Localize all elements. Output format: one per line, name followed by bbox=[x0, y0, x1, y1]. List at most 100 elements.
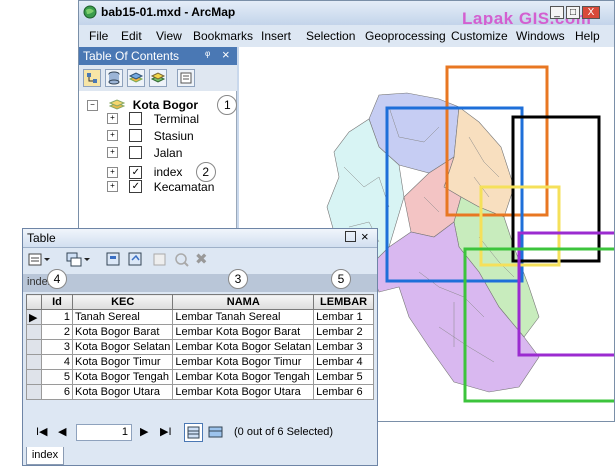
table-row[interactable]: 6 Kota Bogor Utara Lembar Kota Bogor Utara… bbox=[26, 384, 374, 400]
toc-options-icon[interactable] bbox=[177, 69, 195, 87]
last-record-button[interactable]: ▶I bbox=[160, 425, 172, 438]
next-record-button[interactable]: ▶ bbox=[140, 425, 148, 438]
previous-record-button[interactable]: ◀ bbox=[58, 425, 66, 438]
row-selector-cell[interactable] bbox=[26, 384, 42, 400]
title-bar[interactable]: bab15-01.mxd - ArcMap Lapak GIS.com _ □ … bbox=[79, 1, 614, 28]
table-options-icon[interactable] bbox=[27, 251, 53, 268]
menu-geoprocessing[interactable]: Geoprocessing bbox=[365, 29, 446, 43]
layer-jalan[interactable]: + Jalan bbox=[107, 145, 182, 162]
record-number-input[interactable]: 1 bbox=[76, 424, 132, 441]
toc-close-icon[interactable]: × bbox=[222, 47, 230, 62]
menu-customize[interactable]: Customize bbox=[451, 29, 508, 43]
collapse-icon[interactable]: − bbox=[87, 99, 98, 111]
row-selector-cell[interactable]: ▶ bbox=[26, 309, 42, 325]
layer-label: Stasiun bbox=[153, 128, 194, 143]
clear-selection-icon[interactable] bbox=[151, 251, 169, 268]
attribute-grid: Id KEC NAMA LEMBAR ▶ 1 Tanah Sereal Lembar … bbox=[26, 294, 374, 400]
nama-cell: Lembar Tanah Sereal bbox=[172, 309, 315, 325]
toc-title: Table Of Contents bbox=[83, 49, 180, 63]
row-selector-cell[interactable] bbox=[26, 369, 42, 385]
switch-selection-icon[interactable] bbox=[127, 251, 145, 268]
layer-kecamatan[interactable]: + ✓ Kecamatan bbox=[107, 179, 214, 196]
layer-stasiun[interactable]: + Stasiun bbox=[107, 128, 194, 145]
index-frame-3 bbox=[511, 115, 601, 263]
toc-toolbar bbox=[79, 65, 237, 91]
table-row[interactable]: 3 Kota Bogor Selatan Lembar Kota Bogor Sel… bbox=[26, 339, 374, 355]
bottom-table-tab[interactable]: index bbox=[26, 447, 64, 465]
list-by-visibility-icon[interactable] bbox=[127, 69, 145, 87]
layer-label: Terminal bbox=[153, 111, 200, 126]
id-cell: 5 bbox=[41, 369, 73, 385]
list-by-selection-icon[interactable] bbox=[149, 69, 167, 87]
layer-visibility-checkbox[interactable]: ✓ bbox=[129, 180, 143, 194]
related-tables-icon[interactable] bbox=[65, 251, 91, 268]
pin-icon[interactable]: ᵠ bbox=[205, 48, 210, 62]
menu-insert[interactable]: Insert bbox=[261, 29, 291, 43]
table-navigation-bar: I◀ ◀ 1 ▶ ▶I (0 out of 6 Selected) bbox=[26, 421, 374, 445]
show-all-records-icon[interactable] bbox=[184, 423, 203, 442]
menu-help[interactable]: Help bbox=[575, 29, 600, 43]
callout-5: 5 bbox=[331, 269, 351, 289]
menu-bar: File Edit View Bookmarks Insert Selectio… bbox=[79, 25, 614, 47]
layer-visibility-checkbox[interactable] bbox=[129, 146, 143, 160]
expand-icon[interactable]: + bbox=[107, 166, 118, 178]
expand-icon[interactable]: + bbox=[107, 147, 118, 159]
menu-selection[interactable]: Selection bbox=[306, 29, 355, 43]
column-header-lembar[interactable]: LEMBAR bbox=[313, 294, 374, 310]
column-header-nama[interactable]: NAMA bbox=[172, 294, 315, 310]
row-selector-cell[interactable] bbox=[26, 339, 42, 355]
layer-visibility-checkbox[interactable]: ✓ bbox=[129, 165, 143, 179]
row-selector-cell[interactable] bbox=[26, 354, 42, 370]
menu-view[interactable]: View bbox=[156, 29, 182, 43]
lembar-cell: Lembar 4 bbox=[313, 354, 374, 370]
layer-visibility-checkbox[interactable] bbox=[129, 112, 143, 126]
layer-terminal[interactable]: + Terminal bbox=[107, 111, 199, 128]
column-header-id[interactable]: Id bbox=[41, 294, 73, 310]
table-row[interactable]: 4 Kota Bogor Timur Lembar Kota Bogor Timur… bbox=[26, 354, 374, 370]
lembar-cell: Lembar 1 bbox=[313, 309, 374, 325]
nama-cell: Lembar Kota Bogor Tengah bbox=[172, 369, 315, 385]
minimize-button[interactable]: _ bbox=[550, 6, 564, 19]
table-title: Table bbox=[27, 231, 56, 245]
table-row[interactable]: 2 Kota Bogor Barat Lembar Kota Bogor Barat… bbox=[26, 324, 374, 340]
maximize-button[interactable]: □ bbox=[566, 6, 580, 19]
layer-visibility-checkbox[interactable] bbox=[129, 129, 143, 143]
table-row[interactable]: ▶ 1 Tanah Sereal Lembar Tanah Sereal Lembar … bbox=[26, 309, 374, 325]
layer-group-kota-bogor[interactable]: − Kota Bogor 1 bbox=[87, 95, 238, 115]
expand-icon[interactable]: + bbox=[107, 130, 118, 142]
table-title-bar[interactable]: Table × bbox=[23, 229, 377, 248]
layer-group-icon bbox=[109, 99, 126, 110]
lembar-cell: Lembar 3 bbox=[313, 339, 374, 355]
delete-selected-icon[interactable]: ✖ bbox=[195, 250, 213, 268]
callout-3: 3 bbox=[228, 269, 248, 289]
first-record-button[interactable]: I◀ bbox=[36, 425, 48, 438]
expand-icon[interactable]: + bbox=[107, 181, 118, 193]
layer-label: index bbox=[153, 165, 183, 179]
toc-header: Table Of Contents ᵠ × bbox=[79, 47, 237, 65]
kec-cell: Tanah Sereal bbox=[71, 309, 174, 325]
table-close-icon[interactable]: × bbox=[361, 229, 369, 244]
menu-bookmarks[interactable]: Bookmarks bbox=[193, 29, 253, 43]
menu-file[interactable]: File bbox=[89, 29, 108, 43]
list-by-drawing-order-icon[interactable] bbox=[83, 69, 101, 87]
nama-cell: Lembar Kota Bogor Selatan bbox=[172, 339, 315, 355]
select-by-attributes-icon[interactable] bbox=[105, 251, 123, 268]
show-selected-records-icon[interactable] bbox=[206, 423, 225, 442]
row-selector-cell[interactable] bbox=[26, 324, 42, 340]
table-maximize-icon[interactable] bbox=[345, 231, 356, 242]
column-header-kec[interactable]: KEC bbox=[71, 294, 174, 310]
table-toolbar: ✖ bbox=[23, 248, 377, 272]
id-cell: 6 bbox=[41, 384, 73, 400]
table-row[interactable]: 5 Kota Bogor Tengah Lembar Kota Bogor Teng… bbox=[26, 369, 374, 385]
expand-icon[interactable]: + bbox=[107, 113, 118, 125]
kec-cell: Kota Bogor Timur bbox=[71, 354, 174, 370]
list-by-source-icon[interactable] bbox=[105, 69, 123, 87]
column-header-selector[interactable] bbox=[26, 294, 42, 310]
menu-edit[interactable]: Edit bbox=[121, 29, 142, 43]
window-title: bab15-01.mxd - ArcMap bbox=[101, 5, 236, 19]
selection-status: (0 out of 6 Selected) bbox=[234, 426, 334, 438]
close-button[interactable]: X bbox=[582, 6, 600, 19]
layer-index[interactable]: + ✓ index 2 bbox=[107, 162, 216, 182]
zoom-to-selected-icon[interactable] bbox=[173, 251, 191, 268]
menu-windows[interactable]: Windows bbox=[516, 29, 565, 43]
